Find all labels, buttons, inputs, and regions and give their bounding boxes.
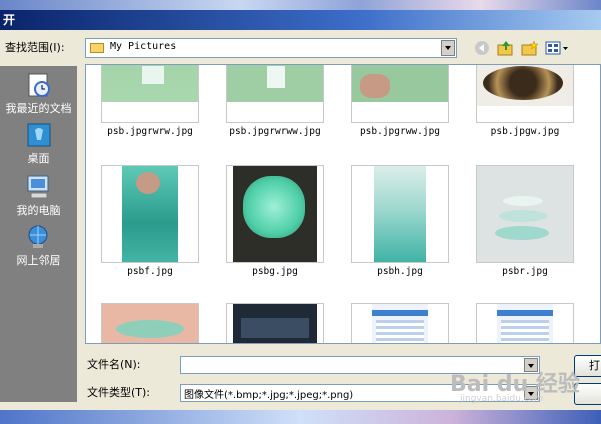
file-name: psb.jpgw.jpg bbox=[490, 126, 560, 137]
places-item-my-computer[interactable]: 我的电脑 bbox=[0, 174, 77, 218]
places-item-network[interactable]: 网上邻居 bbox=[0, 224, 77, 268]
file-name: psbg.jpg bbox=[252, 266, 298, 277]
file-thumbnail bbox=[476, 303, 574, 343]
recent-documents-icon bbox=[25, 72, 53, 98]
filetype-label: 文件类型(T): bbox=[87, 386, 151, 399]
file-name: psb.jpgrww.jpg bbox=[359, 126, 441, 137]
file-item[interactable]: psb.jpgw.jpg bbox=[476, 65, 574, 137]
chevron-down-icon[interactable] bbox=[441, 40, 455, 56]
dialog-title: 开 bbox=[3, 13, 16, 27]
up-folder-icon bbox=[497, 41, 513, 56]
lookin-dropdown[interactable]: My Pictures bbox=[85, 38, 457, 58]
folder-icon bbox=[90, 43, 104, 53]
lookin-label: 查找范围(I): bbox=[5, 41, 65, 54]
my-computer-icon bbox=[25, 174, 53, 200]
file-thumbnail bbox=[476, 65, 574, 123]
file-item[interactable] bbox=[351, 303, 449, 343]
file-item[interactable] bbox=[476, 303, 574, 343]
new-folder-button[interactable] bbox=[520, 38, 540, 58]
open-button-label: 打 bbox=[589, 359, 600, 372]
desktop-background-strip-bottom bbox=[0, 410, 601, 424]
up-folder-button[interactable] bbox=[496, 38, 516, 58]
back-button[interactable] bbox=[472, 38, 492, 58]
dialog-titlebar[interactable]: 开 bbox=[0, 10, 601, 30]
filetype-value: 图像文件(*.bmp;*.jpg;*.jpeg;*.png) bbox=[184, 390, 354, 401]
file-name: psbr.jpg bbox=[502, 266, 548, 277]
file-item[interactable]: psbr.jpg bbox=[476, 165, 574, 277]
file-thumbnail bbox=[226, 165, 324, 263]
file-name: psb.jpgrwrw.jpg bbox=[107, 126, 193, 137]
file-thumbnail bbox=[351, 65, 449, 123]
file-thumbnail bbox=[226, 303, 324, 343]
file-thumbnail bbox=[351, 165, 449, 263]
file-thumbnail bbox=[101, 65, 199, 123]
file-name: psbf.jpg bbox=[127, 266, 173, 277]
file-item[interactable]: psbh.jpg bbox=[351, 165, 449, 277]
file-name: psbh.jpg bbox=[377, 266, 423, 277]
file-item[interactable]: psb.jpgrwrww.jpg bbox=[226, 65, 324, 137]
file-item[interactable]: psb.jpgrww.jpg bbox=[351, 65, 449, 137]
file-thumbnail bbox=[351, 303, 449, 343]
view-menu-icon bbox=[545, 41, 568, 55]
places-item-desktop[interactable]: 桌面 bbox=[0, 122, 77, 166]
places-bar: 我最近的文档 桌面 我的电脑 网上邻居 bbox=[0, 66, 77, 402]
file-item[interactable]: psbf.jpg bbox=[101, 165, 199, 277]
view-menu-button[interactable] bbox=[544, 38, 570, 58]
network-places-icon bbox=[25, 224, 53, 250]
file-item[interactable]: psbg.jpg bbox=[226, 165, 324, 277]
places-item-label: 我的电脑 bbox=[16, 204, 61, 217]
places-item-label: 我最近的文档 bbox=[5, 102, 72, 115]
file-thumbnail bbox=[476, 165, 574, 263]
file-list-view[interactable]: psb.jpgrwrw.jpg psb.jpgrwrww.jpg psb.jpg… bbox=[85, 64, 601, 344]
file-item[interactable] bbox=[101, 303, 199, 343]
new-folder-icon bbox=[521, 40, 539, 56]
places-item-label: 桌面 bbox=[27, 152, 50, 165]
file-item[interactable] bbox=[226, 303, 324, 343]
watermark-url: jingyan.baidu.com bbox=[460, 394, 544, 404]
file-thumbnail bbox=[101, 165, 199, 263]
lookin-value: My Pictures bbox=[110, 41, 177, 52]
desktop-background-strip bbox=[0, 0, 601, 10]
places-item-label: 网上邻居 bbox=[16, 254, 61, 267]
file-thumbnail bbox=[101, 303, 199, 343]
desktop-icon bbox=[25, 122, 53, 148]
file-thumbnail bbox=[226, 65, 324, 123]
filename-label: 文件名(N): bbox=[87, 358, 141, 371]
back-arrow-icon bbox=[475, 41, 489, 55]
places-item-recent[interactable]: 我最近的文档 bbox=[0, 72, 77, 116]
file-item[interactable]: psb.jpgrwrw.jpg bbox=[101, 65, 199, 137]
file-name: psb.jpgrwrww.jpg bbox=[229, 126, 321, 137]
